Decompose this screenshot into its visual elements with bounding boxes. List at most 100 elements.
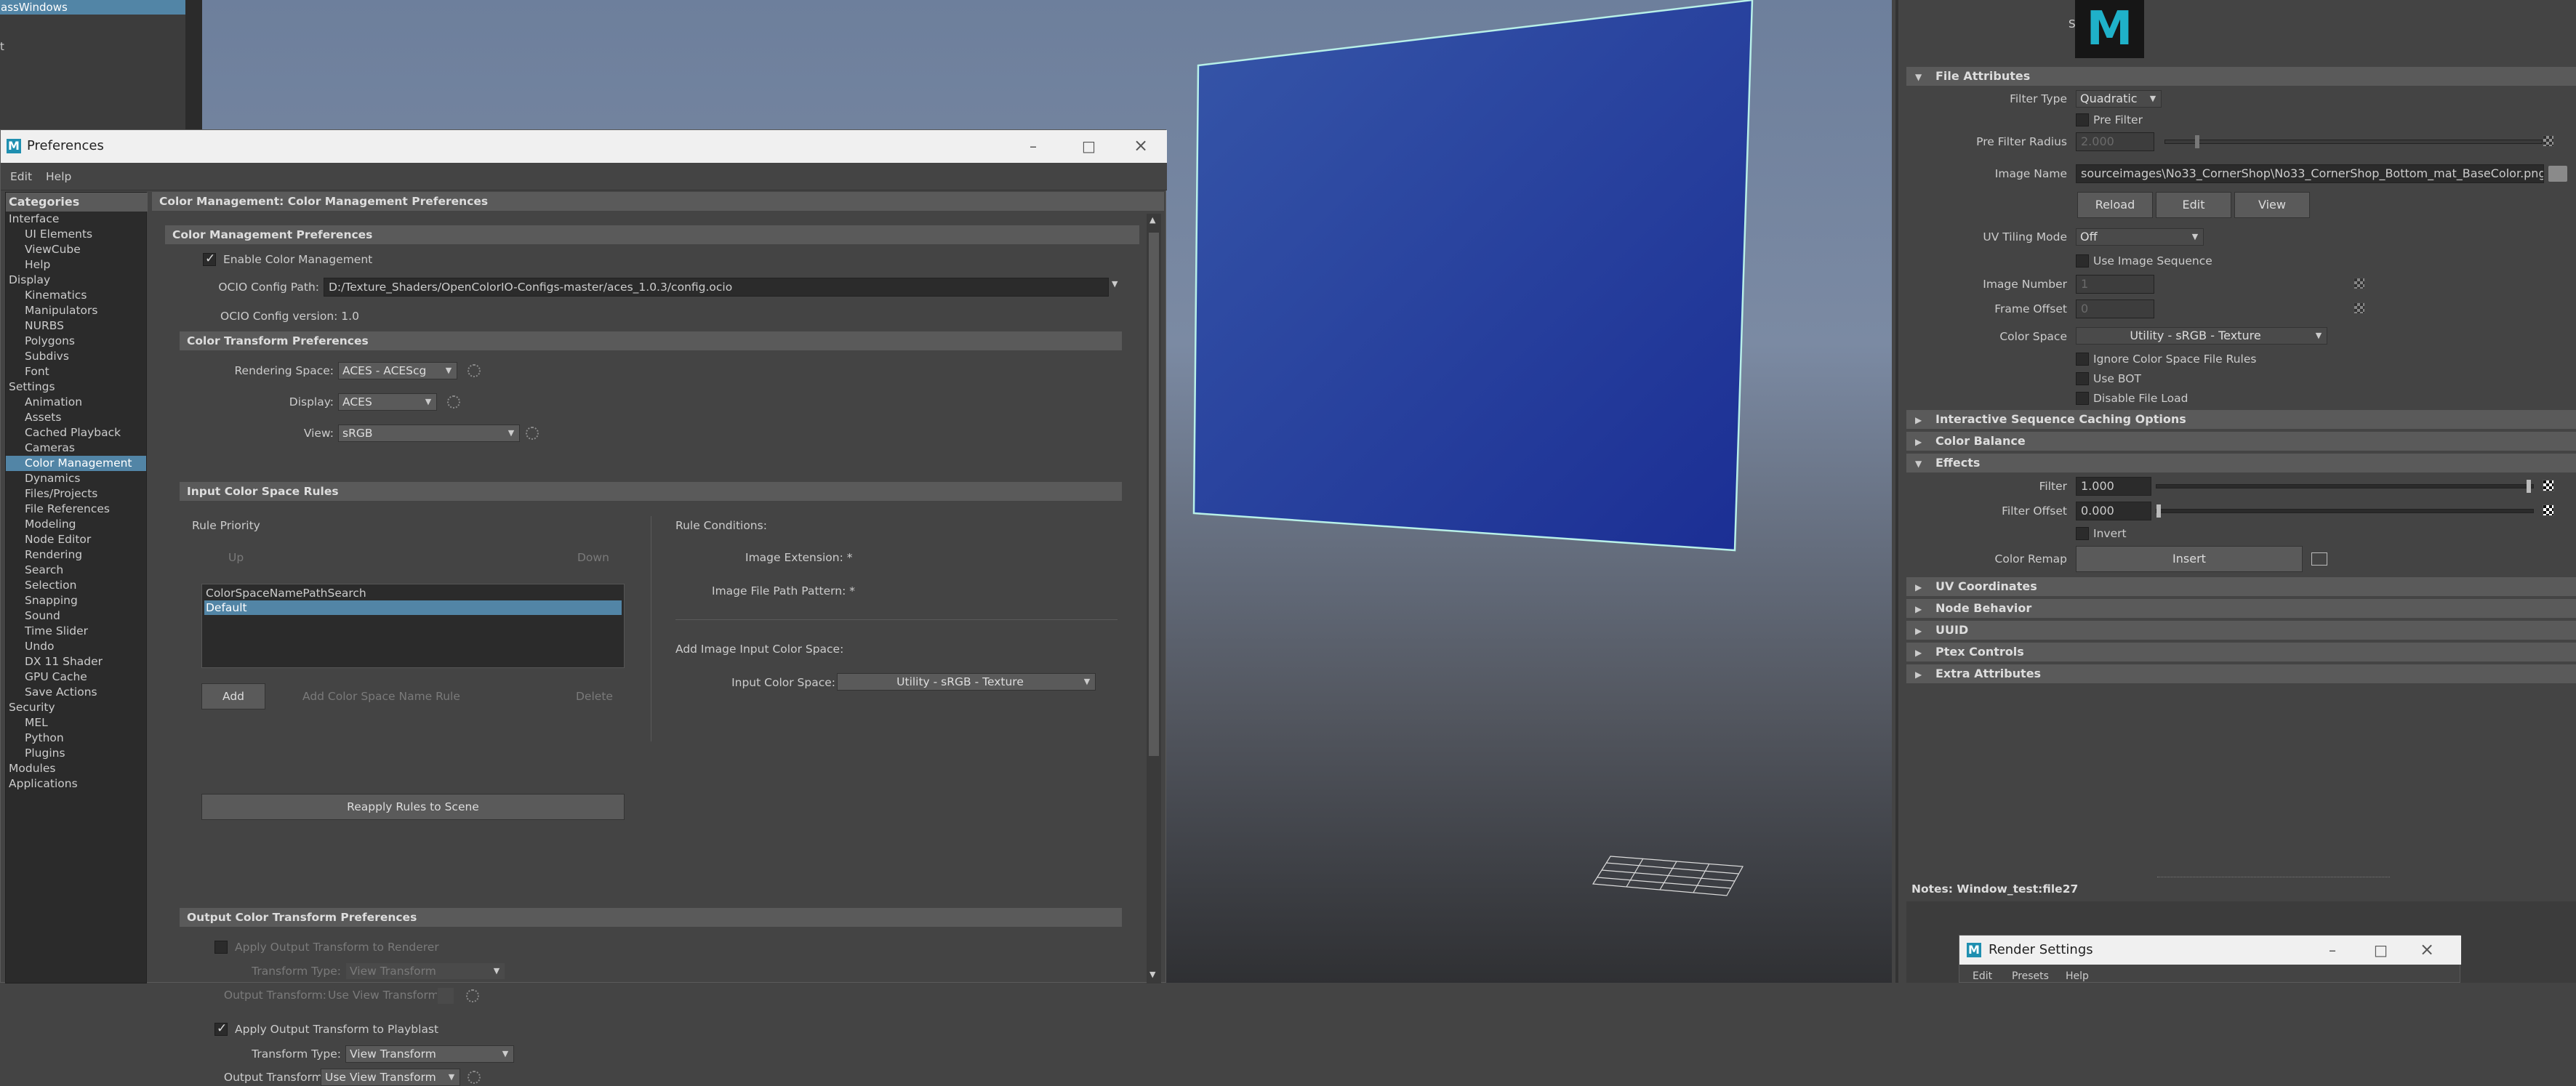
pre-filter-checkbox[interactable] [2076, 113, 2089, 126]
add-color-space-name-rule-button[interactable]: Add Color Space Name Rule [302, 688, 460, 704]
map-button-icon[interactable] [2543, 504, 2554, 516]
category-item[interactable]: Cameras [6, 441, 146, 456]
category-item[interactable]: Font [6, 364, 146, 379]
color-space-dropdown[interactable]: Utility - sRGB - Texture ▼ [2076, 327, 2327, 345]
pre-filter-radius-field[interactable]: 2.000 [2076, 132, 2154, 151]
slider-knob[interactable] [2156, 504, 2161, 518]
render-settings-titlebar[interactable]: M Render Settings – □ × [1959, 936, 2461, 965]
menu-presets[interactable]: Presets [2012, 970, 2049, 982]
section-output-color-transform[interactable]: Output Color Transform Preferences [180, 908, 1122, 927]
filter-offset-field[interactable]: 0.000 [2076, 502, 2151, 520]
section-effects[interactable]: ▼ Effects [1906, 454, 2576, 472]
category-item[interactable]: Assets [6, 410, 146, 425]
maximize-icon[interactable]: □ [1082, 139, 1096, 153]
category-item[interactable]: Help [6, 257, 146, 273]
close-icon[interactable]: × [1133, 137, 1148, 154]
use-image-sequence-checkbox[interactable] [2076, 254, 2089, 268]
category-item[interactable]: Snapping [6, 593, 146, 608]
category-item[interactable]: ViewCube [6, 242, 146, 257]
rule-item[interactable]: ColorSpaceNamePathSearch [204, 586, 622, 600]
category-item[interactable]: Security [6, 700, 146, 715]
reapply-rules-button[interactable]: Reapply Rules to Scene [201, 794, 625, 820]
category-item[interactable]: Modeling [6, 517, 146, 532]
display-dropdown[interactable]: ACES ▼ [338, 393, 437, 411]
panel-splitter[interactable] [1895, 0, 1898, 983]
uv-tiling-dropdown[interactable]: Off ▼ [2076, 228, 2204, 246]
menu-help[interactable]: Help [2066, 970, 2089, 982]
slider-knob[interactable] [2195, 135, 2199, 148]
filter-field[interactable]: 1.000 [2076, 477, 2151, 496]
map-input-icon[interactable] [2311, 552, 2327, 566]
down-button[interactable]: Down [577, 550, 609, 566]
image-number-field[interactable]: 1 [2076, 275, 2154, 294]
category-item[interactable]: DX 11 Shader [6, 654, 146, 669]
map-button-icon[interactable] [2354, 302, 2365, 314]
menu-edit[interactable]: Edit [1973, 970, 1992, 982]
category-item[interactable]: UI Elements [6, 227, 146, 242]
delete-button[interactable]: Delete [576, 688, 613, 704]
category-item[interactable]: Cached Playback [6, 425, 146, 441]
edit-button[interactable]: Edit [2156, 192, 2231, 218]
slider-knob[interactable] [2526, 480, 2531, 493]
rendering-space-dropdown[interactable]: ACES - ACEScg ▼ [338, 362, 457, 379]
collapsed-section[interactable]: ▶ Extra Attributes [1906, 664, 2576, 683]
category-item[interactable]: Time Slider [6, 624, 146, 639]
collapsed-section[interactable]: ▶ Node Behavior [1906, 599, 2576, 618]
category-item[interactable]: Color Management [6, 456, 146, 471]
ocio-path-field[interactable]: D:/Texture_Shaders/OpenColorIO-Configs-m… [324, 278, 1109, 297]
rules-list[interactable]: ColorSpaceNamePathSearch Default [201, 584, 625, 668]
maximize-icon[interactable]: □ [2374, 943, 2388, 957]
scrollbar-thumb[interactable] [1149, 233, 1159, 756]
view-button[interactable]: View [2234, 192, 2310, 218]
category-item[interactable]: Plugins [6, 746, 146, 761]
category-item[interactable]: Animation [6, 395, 146, 410]
enable-cm-checkbox[interactable] [203, 252, 216, 266]
output-transform-dropdown-dim[interactable] [437, 987, 454, 1005]
selected-plane-object[interactable] [1192, 0, 1760, 552]
minimize-icon[interactable]: – [2329, 943, 2336, 957]
outliner-selected-item[interactable]: assWindows [0, 0, 185, 15]
apply-output-renderer-checkbox[interactable] [214, 941, 228, 954]
categories-list[interactable]: Categories Interface UI Elements ViewCube H… [5, 192, 148, 984]
category-item[interactable]: Modules [6, 761, 146, 776]
category-item[interactable]: Manipulators [6, 303, 146, 318]
disable-file-load-checkbox[interactable] [2076, 392, 2089, 405]
menu-edit[interactable]: Edit [10, 170, 32, 183]
up-button[interactable]: Up [228, 550, 244, 566]
collapsed-section[interactable]: ▶ UUID [1906, 621, 2576, 640]
category-item[interactable]: NURBS [6, 318, 146, 334]
category-item[interactable]: Search [6, 563, 146, 578]
view-dropdown[interactable]: sRGB ▼ [338, 425, 520, 442]
invert-checkbox[interactable] [2076, 527, 2089, 540]
ocio-path-dropdown-icon[interactable]: ▼ [1112, 279, 1118, 289]
section-input-color-space-rules[interactable]: Input Color Space Rules [180, 482, 1122, 501]
pre-filter-radius-slider[interactable] [2164, 140, 2543, 144]
input-color-space-dropdown[interactable]: Utility - sRGB - Texture ▼ [837, 673, 1096, 691]
outliner-scrollbar[interactable] [185, 0, 202, 131]
ignore-cs-rules-checkbox[interactable] [2076, 353, 2089, 366]
map-button-icon[interactable] [2543, 480, 2554, 491]
use-bot-checkbox[interactable] [2076, 372, 2089, 385]
category-item[interactable]: Dynamics [6, 471, 146, 486]
section-file-attributes[interactable]: ▼ File Attributes [1906, 67, 2576, 86]
category-item[interactable]: Polygons [6, 334, 146, 349]
output-transform-dropdown[interactable]: Use View Transform ▼ [321, 1069, 460, 1086]
section-color-balance[interactable]: ▶ Color Balance [1906, 432, 2576, 451]
category-item[interactable]: Interface [6, 212, 146, 227]
section-color-transform[interactable]: Color Transform Preferences [180, 331, 1122, 350]
collapsed-section[interactable]: ▶ Ptex Controls [1906, 643, 2576, 661]
scroll-down-icon[interactable]: ▼ [1149, 970, 1155, 979]
frame-offset-field[interactable]: 0 [2076, 299, 2154, 318]
apply-output-playblast-checkbox[interactable] [214, 1021, 228, 1036]
category-item[interactable]: Save Actions [6, 685, 146, 700]
category-item[interactable]: Selection [6, 578, 146, 593]
filter-type-dropdown[interactable]: Quadratic ▼ [2076, 90, 2162, 108]
rule-item-selected[interactable]: Default [204, 600, 622, 615]
content-scrollbar[interactable]: ▲ ▼ [1147, 214, 1161, 984]
category-item[interactable]: Settings [6, 379, 146, 395]
transform-type-dropdown-dim[interactable]: View Transform ▼ [345, 962, 505, 980]
category-item[interactable]: Applications [6, 776, 146, 792]
section-interactive-caching[interactable]: ▶ Interactive Sequence Caching Options [1906, 410, 2576, 429]
insert-button[interactable]: Insert [2076, 546, 2303, 572]
image-name-field[interactable]: sourceimages\No33_CornerShop\No33_Corner… [2076, 164, 2544, 183]
